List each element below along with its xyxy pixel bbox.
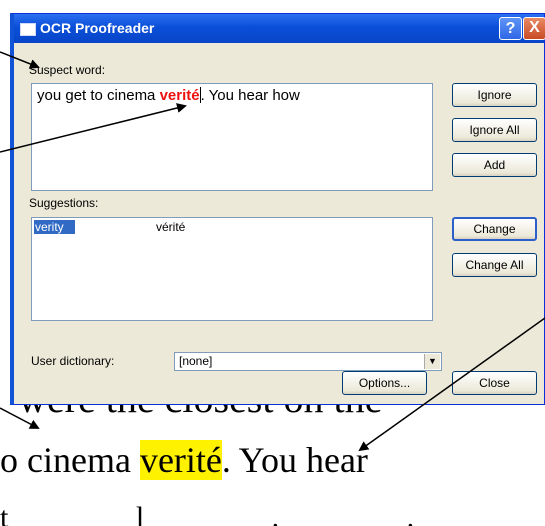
close-button[interactable]: Close: [452, 371, 537, 395]
window-title: OCR Proofreader: [40, 20, 155, 36]
document-fragment: were the closest on the o cinema verité.…: [0, 405, 545, 526]
user-dictionary-label: User dictionary:: [31, 354, 115, 368]
options-button[interactable]: Options...: [342, 371, 427, 395]
ocr-proofreader-dialog: OCR Proofreader ? X Suspect word: you ge…: [10, 13, 545, 405]
change-all-button[interactable]: Change All: [452, 253, 537, 277]
ignore-all-button[interactable]: Ignore All: [452, 118, 537, 142]
document-highlighted-word: verité: [139, 440, 222, 480]
suggestion-selected[interactable]: verity: [34, 220, 75, 234]
change-button[interactable]: Change: [452, 217, 537, 241]
document-line-1: were the closest on the: [18, 405, 382, 422]
ignore-button[interactable]: Ignore: [452, 83, 537, 107]
chevron-down-icon[interactable]: ▼: [424, 354, 440, 369]
suspect-text-after: . You hear how: [200, 87, 300, 104]
suggestion-alternate: vérité: [156, 220, 186, 234]
window-icon: [20, 23, 36, 36]
close-window-button[interactable]: X: [523, 17, 545, 40]
suggestions-label: Suggestions:: [29, 196, 99, 210]
document-line-2: o cinema verité. You hear: [0, 439, 368, 481]
user-dictionary-select[interactable]: [none] ▼: [174, 352, 442, 371]
document-text-after: . You hear: [221, 440, 368, 480]
user-dictionary-value: [none]: [179, 354, 213, 368]
help-button[interactable]: ?: [499, 17, 522, 40]
list-item[interactable]: verity vérité: [34, 220, 430, 235]
add-button[interactable]: Add: [452, 153, 537, 177]
suspect-word-label: Suspect word:: [29, 63, 106, 77]
suspect-word-field[interactable]: you get to cinema verité. You hear how: [31, 83, 433, 191]
document-text-before: o cinema: [0, 440, 140, 480]
suggestions-list[interactable]: verity vérité: [31, 217, 433, 321]
title-bar[interactable]: OCR Proofreader ? X: [14, 14, 545, 43]
document-line-3: t l . .: [0, 501, 475, 526]
suspect-word: verité: [159, 87, 200, 104]
suspect-text-before: you get to cinema: [37, 87, 160, 104]
